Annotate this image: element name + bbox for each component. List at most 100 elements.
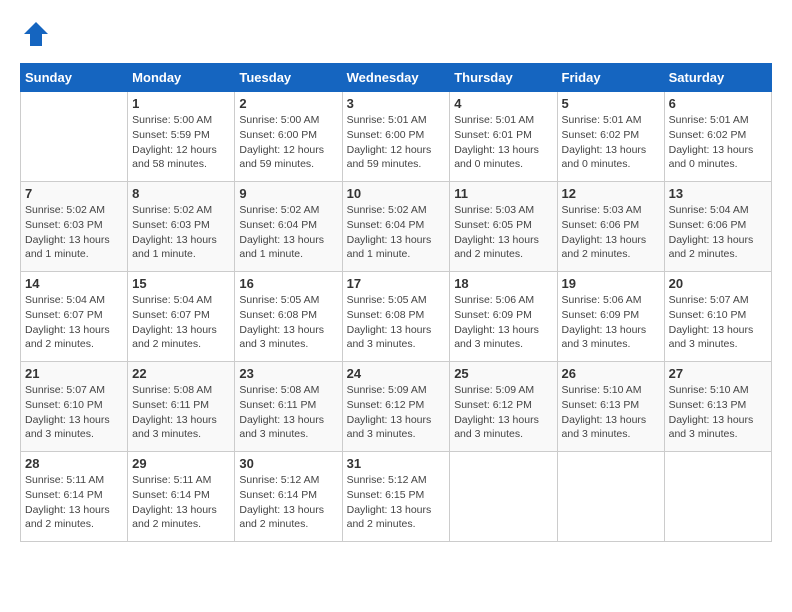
calendar-cell: 26 Sunrise: 5:10 AM Sunset: 6:13 PM Dayli… [557,362,664,452]
day-info: Sunrise: 5:07 AM Sunset: 6:10 PM Dayligh… [669,293,767,352]
day-number: 18 [454,276,552,291]
day-number: 3 [347,96,446,111]
day-info: Sunrise: 5:02 AM Sunset: 6:04 PM Dayligh… [239,203,337,262]
day-header-friday: Friday [557,64,664,92]
day-info: Sunrise: 5:09 AM Sunset: 6:12 PM Dayligh… [454,383,552,442]
day-header-sunday: Sunday [21,64,128,92]
calendar-table: SundayMondayTuesdayWednesdayThursdayFrid… [20,63,772,542]
day-info: Sunrise: 5:01 AM Sunset: 6:02 PM Dayligh… [669,113,767,172]
day-number: 23 [239,366,337,381]
day-number: 9 [239,186,337,201]
calendar-cell: 24 Sunrise: 5:09 AM Sunset: 6:12 PM Dayli… [342,362,450,452]
day-info: Sunrise: 5:04 AM Sunset: 6:06 PM Dayligh… [669,203,767,262]
calendar-cell: 9 Sunrise: 5:02 AM Sunset: 6:04 PM Daylig… [235,182,342,272]
calendar-cell [664,452,771,542]
day-info: Sunrise: 5:03 AM Sunset: 6:06 PM Dayligh… [562,203,660,262]
day-number: 25 [454,366,552,381]
day-number: 26 [562,366,660,381]
day-info: Sunrise: 5:10 AM Sunset: 6:13 PM Dayligh… [562,383,660,442]
calendar-cell: 25 Sunrise: 5:09 AM Sunset: 6:12 PM Dayli… [450,362,557,452]
calendar-cell: 30 Sunrise: 5:12 AM Sunset: 6:14 PM Dayli… [235,452,342,542]
day-number: 5 [562,96,660,111]
calendar-cell: 16Sunrise: 5:05 AM Sunset: 6:08 PM Dayli… [235,272,342,362]
day-number: 14 [25,276,123,291]
day-number: 19 [562,276,660,291]
day-info: Sunrise: 5:07 AM Sunset: 6:10 PM Dayligh… [25,383,123,442]
calendar-cell: 7Sunrise: 5:02 AM Sunset: 6:03 PM Daylig… [21,182,128,272]
day-info: Sunrise: 5:02 AM Sunset: 6:04 PM Dayligh… [347,203,446,262]
day-info: Sunrise: 5:00 AM Sunset: 6:00 PM Dayligh… [239,113,337,172]
calendar-cell: 15 Sunrise: 5:04 AM Sunset: 6:07 PM Dayli… [128,272,235,362]
day-info: Sunrise: 5:04 AM Sunset: 6:07 PM Dayligh… [132,293,230,352]
day-number: 11 [454,186,552,201]
day-number: 30 [239,456,337,471]
calendar-cell: 13Sunrise: 5:04 AM Sunset: 6:06 PM Dayli… [664,182,771,272]
day-info: Sunrise: 5:08 AM Sunset: 6:11 PM Dayligh… [132,383,230,442]
calendar-cell: 8 Sunrise: 5:02 AM Sunset: 6:03 PM Daylig… [128,182,235,272]
day-number: 29 [132,456,230,471]
calendar-cell: 28 Sunrise: 5:11 AM Sunset: 6:14 PM Dayli… [21,452,128,542]
day-info: Sunrise: 5:02 AM Sunset: 6:03 PM Dayligh… [25,203,123,262]
calendar-cell: 1Sunrise: 5:00 AM Sunset: 5:59 PM Daylig… [128,92,235,182]
day-info: Sunrise: 5:01 AM Sunset: 6:01 PM Dayligh… [454,113,552,172]
day-info: Sunrise: 5:02 AM Sunset: 6:03 PM Dayligh… [132,203,230,262]
calendar-cell [21,92,128,182]
day-number: 17 [347,276,446,291]
calendar-cell: 2 Sunrise: 5:00 AM Sunset: 6:00 PM Daylig… [235,92,342,182]
calendar-cell: 31Sunrise: 5:12 AM Sunset: 6:15 PM Dayli… [342,452,450,542]
calendar-week-5: 28 Sunrise: 5:11 AM Sunset: 6:14 PM Dayli… [21,452,772,542]
calendar-cell: 21 Sunrise: 5:07 AM Sunset: 6:10 PM Dayli… [21,362,128,452]
day-number: 24 [347,366,446,381]
logo [20,20,50,53]
day-number: 27 [669,366,767,381]
day-info: Sunrise: 5:12 AM Sunset: 6:14 PM Dayligh… [239,473,337,532]
calendar-cell: 3 Sunrise: 5:01 AM Sunset: 6:00 PM Daylig… [342,92,450,182]
day-info: Sunrise: 5:11 AM Sunset: 6:14 PM Dayligh… [132,473,230,532]
day-info: Sunrise: 5:06 AM Sunset: 6:09 PM Dayligh… [562,293,660,352]
calendar-cell: 14 Sunrise: 5:04 AM Sunset: 6:07 PM Dayli… [21,272,128,362]
day-number: 4 [454,96,552,111]
day-info: Sunrise: 5:01 AM Sunset: 6:02 PM Dayligh… [562,113,660,172]
calendar-cell: 4 Sunrise: 5:01 AM Sunset: 6:01 PM Daylig… [450,92,557,182]
day-info: Sunrise: 5:01 AM Sunset: 6:00 PM Dayligh… [347,113,446,172]
calendar-cell: 10 Sunrise: 5:02 AM Sunset: 6:04 PM Dayli… [342,182,450,272]
day-number: 21 [25,366,123,381]
calendar-week-3: 14 Sunrise: 5:04 AM Sunset: 6:07 PM Dayli… [21,272,772,362]
day-number: 10 [347,186,446,201]
calendar-cell: 18 Sunrise: 5:06 AM Sunset: 6:09 PM Dayli… [450,272,557,362]
calendar-cell: 22 Sunrise: 5:08 AM Sunset: 6:11 PM Dayli… [128,362,235,452]
day-number: 22 [132,366,230,381]
calendar-cell [557,452,664,542]
calendar-cell: 23 Sunrise: 5:08 AM Sunset: 6:11 PM Dayli… [235,362,342,452]
calendar-week-2: 7Sunrise: 5:02 AM Sunset: 6:03 PM Daylig… [21,182,772,272]
day-info: Sunrise: 5:08 AM Sunset: 6:11 PM Dayligh… [239,383,337,442]
calendar-header-row: SundayMondayTuesdayWednesdayThursdayFrid… [21,64,772,92]
calendar-cell: 12Sunrise: 5:03 AM Sunset: 6:06 PM Dayli… [557,182,664,272]
day-info: Sunrise: 5:11 AM Sunset: 6:14 PM Dayligh… [25,473,123,532]
calendar-cell: 20Sunrise: 5:07 AM Sunset: 6:10 PM Dayli… [664,272,771,362]
day-info: Sunrise: 5:05 AM Sunset: 6:08 PM Dayligh… [347,293,446,352]
calendar-week-4: 21 Sunrise: 5:07 AM Sunset: 6:10 PM Dayli… [21,362,772,452]
calendar-body: 1Sunrise: 5:00 AM Sunset: 5:59 PM Daylig… [21,92,772,542]
day-number: 2 [239,96,337,111]
day-number: 8 [132,186,230,201]
day-number: 6 [669,96,767,111]
calendar-cell: 5 Sunrise: 5:01 AM Sunset: 6:02 PM Daylig… [557,92,664,182]
day-header-thursday: Thursday [450,64,557,92]
day-number: 16 [239,276,337,291]
day-info: Sunrise: 5:04 AM Sunset: 6:07 PM Dayligh… [25,293,123,352]
calendar-week-1: 1Sunrise: 5:00 AM Sunset: 5:59 PM Daylig… [21,92,772,182]
calendar-cell: 11Sunrise: 5:03 AM Sunset: 6:05 PM Dayli… [450,182,557,272]
day-info: Sunrise: 5:06 AM Sunset: 6:09 PM Dayligh… [454,293,552,352]
day-header-tuesday: Tuesday [235,64,342,92]
page-header [20,20,772,53]
day-number: 1 [132,96,230,111]
day-number: 28 [25,456,123,471]
day-info: Sunrise: 5:12 AM Sunset: 6:15 PM Dayligh… [347,473,446,532]
day-number: 15 [132,276,230,291]
calendar-cell: 17 Sunrise: 5:05 AM Sunset: 6:08 PM Dayli… [342,272,450,362]
day-info: Sunrise: 5:09 AM Sunset: 6:12 PM Dayligh… [347,383,446,442]
day-info: Sunrise: 5:10 AM Sunset: 6:13 PM Dayligh… [669,383,767,442]
day-header-saturday: Saturday [664,64,771,92]
calendar-cell: 27 Sunrise: 5:10 AM Sunset: 6:13 PM Dayli… [664,362,771,452]
